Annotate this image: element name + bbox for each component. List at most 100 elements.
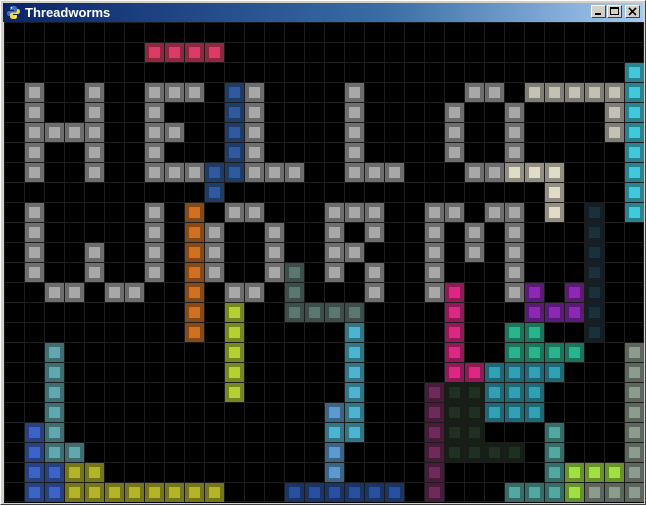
worm-segment-core <box>189 487 200 498</box>
worm-segment-core <box>469 387 480 398</box>
worm-segment-core <box>209 227 220 238</box>
worm-segment-core <box>229 347 240 358</box>
worm-segment-core <box>469 167 480 178</box>
worm-segment-core <box>449 367 460 378</box>
worm-segment-core <box>369 287 380 298</box>
worm-segment-core <box>449 347 460 358</box>
worm-segment-core <box>109 287 120 298</box>
worm-segment-core <box>229 367 240 378</box>
worm-segment-core <box>469 427 480 438</box>
worm-segment-core <box>549 467 560 478</box>
worm-segment-core <box>29 487 40 498</box>
worm-segment-core <box>529 367 540 378</box>
worm-segment-core <box>609 487 620 498</box>
game-board[interactable] <box>4 22 644 503</box>
worm-segment-core <box>189 227 200 238</box>
worm-segment-core <box>49 367 60 378</box>
worm-segment-core <box>609 107 620 118</box>
worm-segment-core <box>429 247 440 258</box>
worm-segment-core <box>209 487 220 498</box>
minimize-button[interactable] <box>591 5 606 18</box>
worm-segment-core <box>509 247 520 258</box>
worm-segment-core <box>449 207 460 218</box>
worm-segment-core <box>529 407 540 418</box>
worm-segment-core <box>429 427 440 438</box>
worm-segment-core <box>469 447 480 458</box>
worm-segment-core <box>329 427 340 438</box>
worm-segment-core <box>109 487 120 498</box>
worm-segment-core <box>189 247 200 258</box>
worm-segment-core <box>349 107 360 118</box>
worm-segment-core <box>69 467 80 478</box>
worm-segment-core <box>49 127 60 138</box>
worm-segment-core <box>589 247 600 258</box>
worm-segment-core <box>469 227 480 238</box>
worm-segment-core <box>209 47 220 58</box>
worm-segment-core <box>429 287 440 298</box>
worm-segment-core <box>329 467 340 478</box>
worm-segment-core <box>69 127 80 138</box>
worm-segment-core <box>269 267 280 278</box>
worm-segment-core <box>349 147 360 158</box>
worm-segment-core <box>229 107 240 118</box>
worm-segment-core <box>329 267 340 278</box>
worm-segment-core <box>549 367 560 378</box>
worm-segment-core <box>349 327 360 338</box>
worm-segment-core <box>429 447 440 458</box>
worm-segment-core <box>29 467 40 478</box>
worm-17 <box>585 203 604 342</box>
worm-18 <box>225 303 244 402</box>
worm-segment-core <box>589 267 600 278</box>
worm-segment-core <box>29 107 40 118</box>
worm-segment-core <box>249 87 260 98</box>
worm-segment-core <box>229 127 240 138</box>
worm-segment-core <box>429 227 440 238</box>
worm-segment-core <box>149 87 160 98</box>
worm-segment-core <box>449 287 460 298</box>
worm-segment-core <box>609 127 620 138</box>
worm-segment-core <box>149 207 160 218</box>
worm-segment-core <box>329 227 340 238</box>
worm-segment-core <box>369 167 380 178</box>
title-bar[interactable]: Threadworms <box>3 3 643 22</box>
worm-segment-core <box>549 167 560 178</box>
worm-segment-core <box>249 127 260 138</box>
worm-segment-core <box>189 207 200 218</box>
worm-segment-core <box>469 247 480 258</box>
worm-segment-core <box>29 167 40 178</box>
worm-segment-core <box>49 487 60 498</box>
worm-segment-core <box>629 107 640 118</box>
worm-segment-core <box>329 447 340 458</box>
worm-segment-core <box>349 307 360 318</box>
worm-segment-core <box>489 167 500 178</box>
worm-segment-core <box>49 467 60 478</box>
worm-segment-core <box>149 107 160 118</box>
app-window: Threadworms <box>0 0 646 505</box>
worm-segment-core <box>429 387 440 398</box>
worm-segment-core <box>149 127 160 138</box>
worm-segment-core <box>329 487 340 498</box>
maximize-button[interactable] <box>607 5 622 18</box>
worm-segment-core <box>509 327 520 338</box>
worm-segment-core <box>589 327 600 338</box>
worm-segment-core <box>229 387 240 398</box>
worm-segment-core <box>329 207 340 218</box>
close-button[interactable] <box>625 5 640 18</box>
worm-segment-core <box>189 287 200 298</box>
worm-segment-core <box>589 307 600 318</box>
worm-segment-core <box>29 247 40 258</box>
worm-segment-core <box>89 487 100 498</box>
worm-segment-core <box>529 347 540 358</box>
worm-segment-core <box>189 267 200 278</box>
worm-segment-core <box>489 387 500 398</box>
worm-segment-core <box>429 267 440 278</box>
worm-segment-core <box>229 287 240 298</box>
worm-segment-core <box>509 227 520 238</box>
worm-segment-core <box>429 487 440 498</box>
worm-segment-core <box>29 87 40 98</box>
worm-segment-core <box>349 207 360 218</box>
worm-segment-core <box>149 167 160 178</box>
worm-segment-core <box>629 167 640 178</box>
worm-segment-core <box>249 147 260 158</box>
worm-segment-core <box>549 347 560 358</box>
